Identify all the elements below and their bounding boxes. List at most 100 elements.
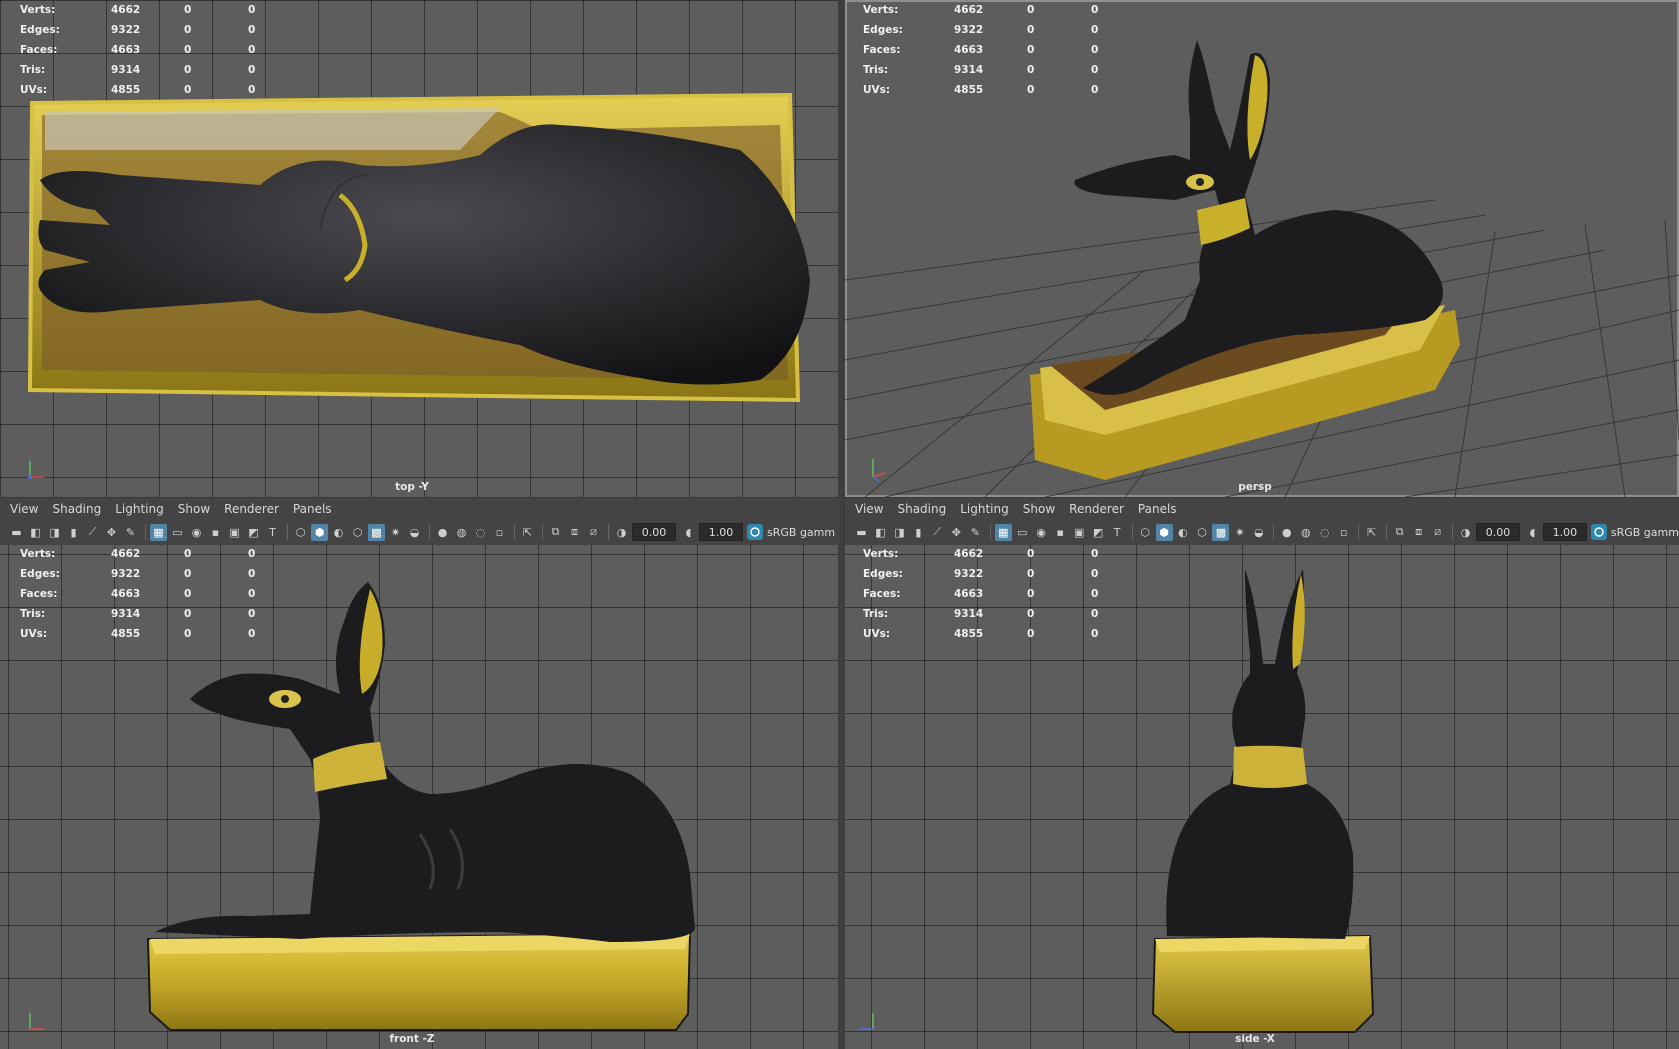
hud-label: Edges: [863, 24, 903, 36]
menu-view[interactable]: View [855, 502, 883, 516]
xray-icon[interactable]: ⧉ [547, 524, 564, 541]
exposure-icon[interactable]: ◑ [613, 524, 630, 541]
xray-components-icon[interactable]: ⧄ [1429, 524, 1446, 541]
xray-joints-icon[interactable]: ⧈ [566, 524, 583, 541]
field-chart-icon[interactable]: ▣ [1071, 524, 1088, 541]
image-plane-icon[interactable]: ⟋ [929, 524, 946, 541]
exposure-field[interactable]: 0.00 [1476, 523, 1520, 541]
gate-mask-icon[interactable]: ▪ [1052, 524, 1069, 541]
isolate-icon[interactable]: ⇱ [519, 524, 536, 541]
color-space-icon[interactable] [1590, 524, 1607, 540]
hud-value: 0 [1091, 64, 1099, 76]
camera-attributes-icon[interactable]: ◨ [891, 524, 908, 541]
select-camera-icon[interactable]: ▬ [8, 524, 25, 541]
hud-value: 0 [1027, 4, 1035, 16]
hud-row-uvs: UVs: 4855 0 0 [20, 624, 288, 644]
gamma-icon[interactable]: ◖ [1524, 524, 1541, 541]
camera-attributes-icon[interactable]: ◨ [46, 524, 63, 541]
gamma-field[interactable]: 1.00 [1542, 523, 1587, 541]
default-material-icon[interactable]: ◐ [330, 524, 347, 541]
exposure-icon[interactable]: ◑ [1457, 524, 1474, 541]
resolution-gate-icon[interactable]: ◉ [1033, 524, 1050, 541]
texture-icon[interactable]: ▩ [368, 523, 385, 541]
gamma-icon[interactable]: ◖ [680, 524, 697, 541]
bookmark-icon[interactable]: ▮ [910, 524, 927, 541]
menu-renderer[interactable]: Renderer [224, 502, 279, 516]
viewport-top[interactable]: Verts: 4662 0 0 Edges: 9322 0 0 Faces: 4663 0 0 T… [0, 0, 840, 497]
film-gate-icon[interactable]: ▭ [169, 524, 186, 541]
light-icon[interactable]: ✷ [1231, 524, 1248, 541]
menu-lighting[interactable]: Lighting [115, 502, 164, 516]
toolbar-separator [608, 524, 609, 540]
depth-of-field-icon[interactable]: ▫ [491, 524, 508, 541]
hud-value: 0 [184, 4, 192, 16]
two-d-pan-icon[interactable]: ✥ [948, 524, 965, 541]
hud-value: 0 [248, 588, 256, 600]
film-gate-icon[interactable]: ▭ [1014, 524, 1031, 541]
shadows-icon[interactable]: ◒ [406, 524, 423, 541]
camera-icon[interactable]: ◧ [872, 524, 889, 541]
hud-value: 9314 [954, 608, 984, 620]
viewport-side[interactable]: Verts: 4662 0 0 Edges: 9322 0 0 Faces: 4663 0 0 T… [845, 544, 1679, 1049]
safe-action-icon[interactable]: ◩ [245, 524, 262, 541]
motion-blur-icon[interactable]: ◍ [1297, 524, 1314, 541]
color-space-select[interactable]: sRGB gamm [1611, 526, 1679, 539]
anti-aliasing-icon[interactable]: ◌ [472, 524, 489, 541]
menu-panels[interactable]: Panels [1138, 502, 1177, 516]
xray-components-icon[interactable]: ⧄ [585, 524, 602, 541]
color-space-icon[interactable] [747, 524, 763, 540]
menu-renderer[interactable]: Renderer [1069, 502, 1124, 516]
menu-view[interactable]: View [10, 502, 38, 516]
toolbar-separator [1358, 524, 1360, 540]
resolution-gate-icon[interactable]: ◉ [188, 524, 205, 541]
viewport-persp[interactable]: Verts: 4662 0 0 Edges: 9322 0 0 Faces: 4663 0 0 T… [845, 0, 1679, 497]
menu-shading[interactable]: Shading [897, 502, 946, 516]
depth-of-field-icon[interactable]: ▫ [1335, 524, 1352, 541]
gamma-field[interactable]: 1.00 [699, 523, 743, 541]
hud-value: 0 [1027, 628, 1035, 640]
wireframe-icon[interactable]: ⬡ [292, 524, 309, 541]
isolate-icon[interactable]: ⇱ [1363, 524, 1380, 541]
safe-title-icon[interactable]: T [264, 524, 281, 541]
wireframe-icon[interactable]: ⬡ [1137, 524, 1154, 541]
grid-icon[interactable]: ▦ [994, 523, 1012, 541]
bookmark-icon[interactable]: ▮ [65, 524, 82, 541]
two-d-pan-icon[interactable]: ✥ [103, 524, 120, 541]
select-camera-icon[interactable]: ▬ [853, 524, 870, 541]
wireframe-on-shaded-icon[interactable]: ⬡ [1193, 524, 1210, 541]
menu-show[interactable]: Show [178, 502, 210, 516]
screen-space-ao-icon[interactable]: ● [434, 524, 451, 541]
grid-icon[interactable]: ▦ [150, 523, 167, 541]
safe-title-icon[interactable]: T [1109, 524, 1126, 541]
xray-joints-icon[interactable]: ⧈ [1410, 524, 1427, 541]
camera-icon[interactable]: ◧ [27, 524, 44, 541]
smooth-shade-icon[interactable]: ⬢ [311, 523, 328, 541]
screen-space-ao-icon[interactable]: ● [1278, 524, 1295, 541]
color-space-select[interactable]: sRGB gamm [767, 526, 835, 539]
menu-panels[interactable]: Panels [293, 502, 332, 516]
texture-icon[interactable]: ▩ [1212, 523, 1230, 541]
field-chart-icon[interactable]: ▣ [226, 524, 243, 541]
viewport-front[interactable]: Verts: 4662 0 0 Edges: 9322 0 0 Faces: 4663 0 0 T… [0, 544, 838, 1049]
grease-pencil-icon[interactable]: ✎ [122, 524, 139, 541]
menu-show[interactable]: Show [1023, 502, 1055, 516]
anti-aliasing-icon[interactable]: ◌ [1316, 524, 1333, 541]
hud-row-tris: Tris: 9314 0 0 [863, 60, 1131, 80]
default-material-icon[interactable]: ◐ [1175, 524, 1192, 541]
wireframe-on-shaded-icon[interactable]: ⬡ [349, 524, 366, 541]
motion-blur-icon[interactable]: ◍ [453, 524, 470, 541]
light-icon[interactable]: ✷ [387, 524, 404, 541]
image-plane-icon[interactable]: ⟋ [84, 524, 101, 541]
menu-shading[interactable]: Shading [52, 502, 101, 516]
smooth-shade-icon[interactable]: ⬢ [1155, 523, 1173, 541]
hud-label: Faces: [20, 588, 58, 600]
shadows-icon[interactable]: ◒ [1250, 524, 1267, 541]
grease-pencil-icon[interactable]: ✎ [967, 524, 984, 541]
hud-value: 9314 [954, 64, 984, 76]
xray-icon[interactable]: ⧉ [1391, 524, 1408, 541]
safe-action-icon[interactable]: ◩ [1090, 524, 1107, 541]
hud-value: 0 [184, 568, 192, 580]
exposure-field[interactable]: 0.00 [632, 523, 676, 541]
gate-mask-icon[interactable]: ▪ [207, 524, 224, 541]
menu-lighting[interactable]: Lighting [960, 502, 1009, 516]
